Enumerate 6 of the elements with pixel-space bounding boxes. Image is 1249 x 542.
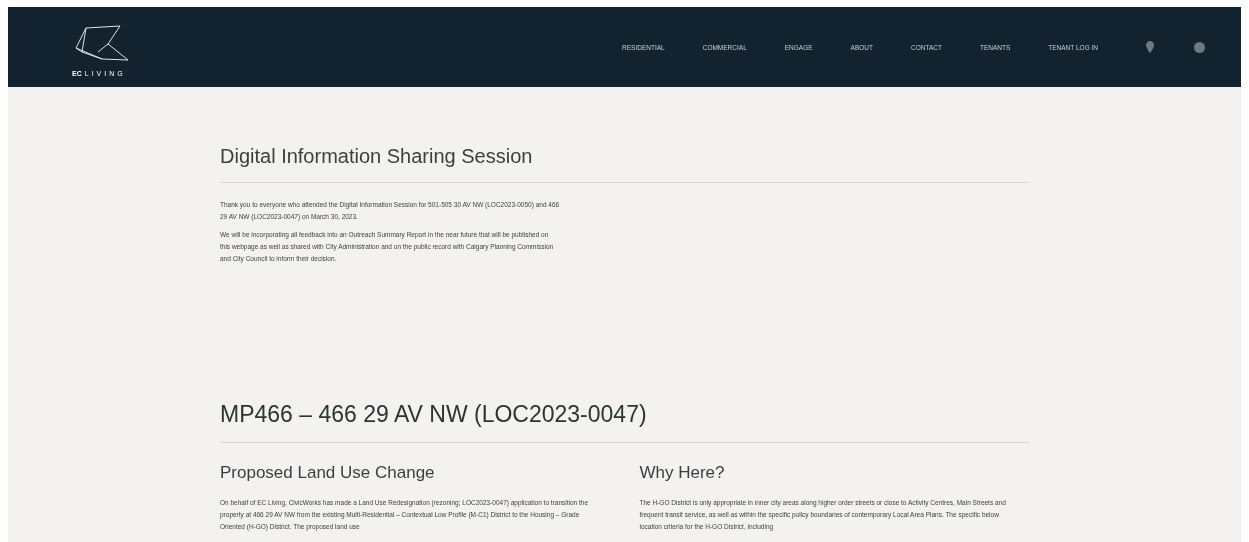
column-heading: Why Here? (639, 463, 726, 483)
location-pin-icon[interactable] (1146, 41, 1154, 53)
section-title: Digital Information Sharing Session (220, 145, 534, 168)
account-icon[interactable] (1194, 41, 1205, 53)
column-heading: Proposed Land Use Change (220, 463, 436, 483)
project-title: MP466 – 466 29 AV NW (LOC2023-0047) (220, 401, 648, 428)
